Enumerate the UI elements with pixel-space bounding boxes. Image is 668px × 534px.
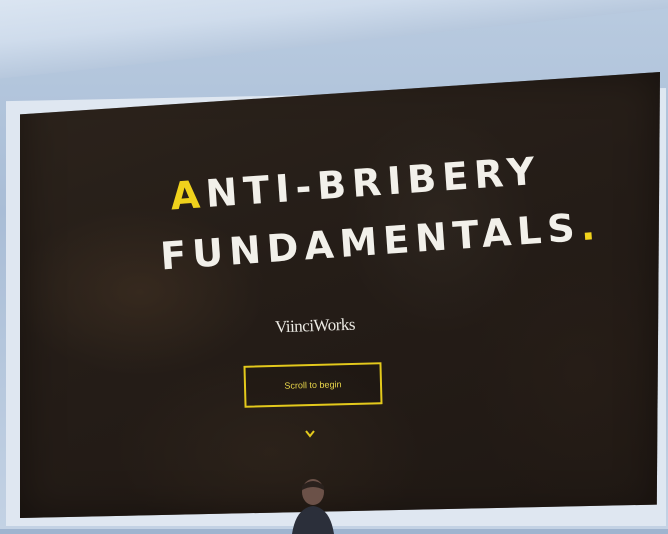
ceiling-beam — [0, 0, 668, 80]
presenter-silhouette — [292, 479, 334, 534]
scroll-to-begin-button[interactable]: Scroll to begin — [243, 362, 383, 408]
vinciworks-logo: ViinciWorks — [274, 314, 356, 337]
room-background: ANTI-BRIBERY FUNDAMENTALS. ViinciWorks S… — [0, 0, 668, 534]
scroll-to-begin-label: Scroll to begin — [284, 379, 342, 391]
background-photo-overlay — [20, 72, 660, 518]
projection-screen: ANTI-BRIBERY FUNDAMENTALS. ViinciWorks S… — [20, 72, 660, 518]
title-accent-dot: . — [578, 203, 603, 250]
chevron-down-icon[interactable] — [304, 428, 316, 440]
title-accent-letter: A — [168, 172, 208, 219]
